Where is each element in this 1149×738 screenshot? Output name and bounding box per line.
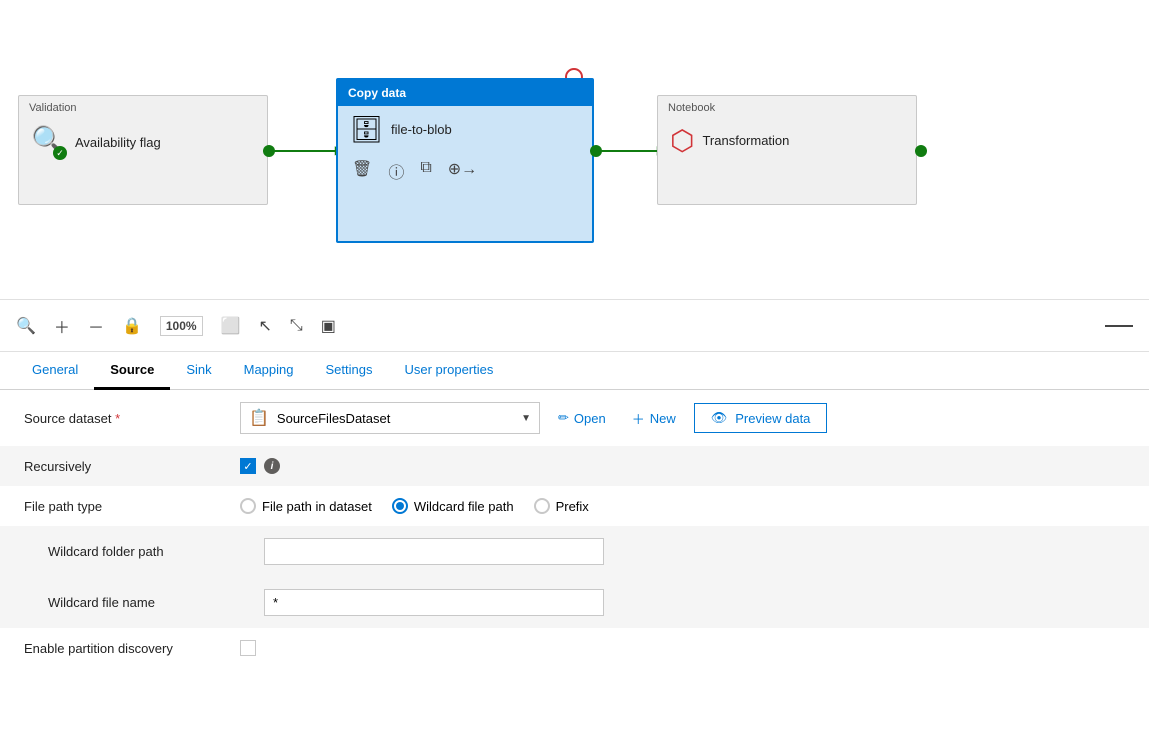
recursively-label: Recursively — [24, 459, 224, 474]
tab-user-properties[interactable]: User properties — [388, 352, 509, 390]
preview-icon: 👁 — [711, 410, 728, 426]
notebook-node-label: Transformation — [702, 133, 789, 148]
recursively-row: Recursively ✓ i — [0, 446, 1149, 486]
file-path-radio-group: File path in dataset Wildcard file path … — [240, 498, 589, 514]
validation-icon: 🔍 ✓ — [31, 124, 67, 160]
copy-data-node[interactable]: Copy data 🗄 file-to-blob 🗑 ⓘ ⧉ ⊕→ — [336, 78, 594, 243]
source-dataset-row: Source dataset * 📋 SourceFilesDataset ▼ … — [0, 390, 1149, 446]
source-dataset-dropdown[interactable]: 📋 SourceFilesDataset ▼ — [240, 402, 540, 434]
radio-label-2: Wildcard file path — [414, 499, 514, 514]
open-button[interactable]: ✏ Open — [550, 405, 614, 431]
copy-node-title: Copy data — [338, 80, 592, 106]
wildcard-folder-label: Wildcard folder path — [48, 544, 248, 559]
recursively-checkbox-wrap: ✓ i — [240, 458, 280, 474]
notebook-icon: ⬡ — [670, 124, 694, 157]
radio-prefix[interactable]: Prefix — [534, 498, 589, 514]
wildcard-folder-controls — [264, 538, 1125, 565]
wildcard-file-input[interactable] — [264, 589, 604, 616]
plus-icon: ＋ — [632, 409, 645, 428]
source-form: Source dataset * 📋 SourceFilesDataset ▼ … — [0, 390, 1149, 734]
edit-icon: ✏ — [558, 410, 569, 426]
copy-node-label: file-to-blob — [391, 122, 452, 137]
dataset-value: SourceFilesDataset — [277, 411, 513, 426]
recursively-checkbox[interactable]: ✓ — [240, 458, 256, 474]
resize-icon[interactable]: ⤡ — [290, 317, 303, 335]
radio-file-path-in-dataset[interactable]: File path in dataset — [240, 498, 372, 514]
wildcard-file-controls — [264, 589, 1125, 616]
source-dataset-controls: 📋 SourceFilesDataset ▼ ✏ Open ＋ New 👁 Pr… — [240, 402, 1125, 434]
minus-icon[interactable]: － — [88, 314, 104, 338]
enable-partition-checkbox[interactable] — [240, 640, 256, 656]
lock-icon[interactable]: 🔒 — [122, 316, 142, 336]
required-indicator: * — [115, 411, 120, 426]
connector-line-1 — [268, 150, 338, 152]
file-path-type-label: File path type — [24, 499, 224, 514]
radio-label-1: File path in dataset — [262, 499, 372, 514]
wildcard-file-row: Wildcard file name — [0, 577, 1149, 628]
property-tabs: General Source Sink Mapping Settings Use… — [0, 352, 1149, 390]
tab-source[interactable]: Source — [94, 352, 170, 390]
delete-icon[interactable]: 🗑 — [352, 159, 372, 183]
validation-node[interactable]: Validation 🔍 ✓ Availability flag — [18, 95, 268, 205]
recursively-info-icon[interactable]: i — [264, 458, 280, 474]
radio-outer-2 — [392, 498, 408, 514]
dataset-icon: 📋 — [249, 408, 269, 428]
fit-icon[interactable]: ⬜ — [221, 316, 241, 336]
notebook-node[interactable]: Notebook ⬡ Transformation — [657, 95, 917, 205]
tab-settings[interactable]: Settings — [310, 352, 389, 390]
enable-partition-row: Enable partition discovery — [0, 628, 1149, 668]
wildcard-folder-row: Wildcard folder path — [0, 526, 1149, 577]
wildcard-file-label: Wildcard file name — [48, 595, 248, 610]
wildcard-folder-input[interactable] — [264, 538, 604, 565]
file-path-type-row: File path type File path in dataset Wild… — [0, 486, 1149, 526]
new-button[interactable]: ＋ New — [624, 404, 684, 433]
file-path-type-controls: File path in dataset Wildcard file path … — [240, 498, 1125, 514]
connector-line-2 — [596, 150, 660, 152]
radio-label-3: Prefix — [556, 499, 589, 514]
recursively-controls: ✓ i — [240, 458, 1125, 474]
enable-partition-checkbox-wrap — [240, 640, 256, 656]
enable-partition-label: Enable partition discovery — [24, 641, 224, 656]
enable-partition-controls — [240, 640, 1125, 656]
radio-wildcard-file-path[interactable]: Wildcard file path — [392, 498, 514, 514]
zoom-level[interactable]: 100% — [160, 316, 203, 336]
tab-general[interactable]: General — [16, 352, 94, 390]
toolbar-divider — [1105, 325, 1133, 327]
preview-data-button[interactable]: 👁 Preview data — [694, 403, 828, 433]
copy-data-icon: 🗄 — [350, 114, 383, 145]
select-icon[interactable]: ↖ — [259, 316, 272, 336]
tab-sink[interactable]: Sink — [170, 352, 227, 390]
add-icon[interactable]: ＋ — [54, 314, 70, 338]
search-icon[interactable]: 🔍 — [16, 316, 36, 336]
radio-outer-3 — [534, 498, 550, 514]
info-icon-copy[interactable]: ⓘ — [388, 159, 404, 183]
validation-node-title: Validation — [19, 96, 267, 116]
notebook-node-title: Notebook — [658, 96, 916, 116]
canvas-toolbar: 🔍 ＋ － 🔒 100% ⬜ ↖ ⤡ ▣ — [0, 300, 1149, 352]
validation-node-label: Availability flag — [75, 135, 161, 150]
copy-node-actions: 🗑 ⓘ ⧉ ⊕→ — [338, 155, 592, 191]
clone-icon[interactable]: ⧉ — [420, 159, 431, 183]
dropdown-arrow-icon: ▼ — [521, 413, 531, 424]
pipeline-canvas: Validation 🔍 ✓ Availability flag Copy da… — [0, 0, 1149, 300]
connector-dot-3 — [915, 145, 927, 157]
radio-inner-2 — [396, 502, 404, 510]
connect-icon[interactable]: ⊕→ — [448, 159, 477, 183]
arrange-icon[interactable]: ▣ — [321, 316, 336, 336]
source-dataset-label: Source dataset * — [24, 411, 224, 426]
tab-mapping[interactable]: Mapping — [228, 352, 310, 390]
radio-outer-1 — [240, 498, 256, 514]
